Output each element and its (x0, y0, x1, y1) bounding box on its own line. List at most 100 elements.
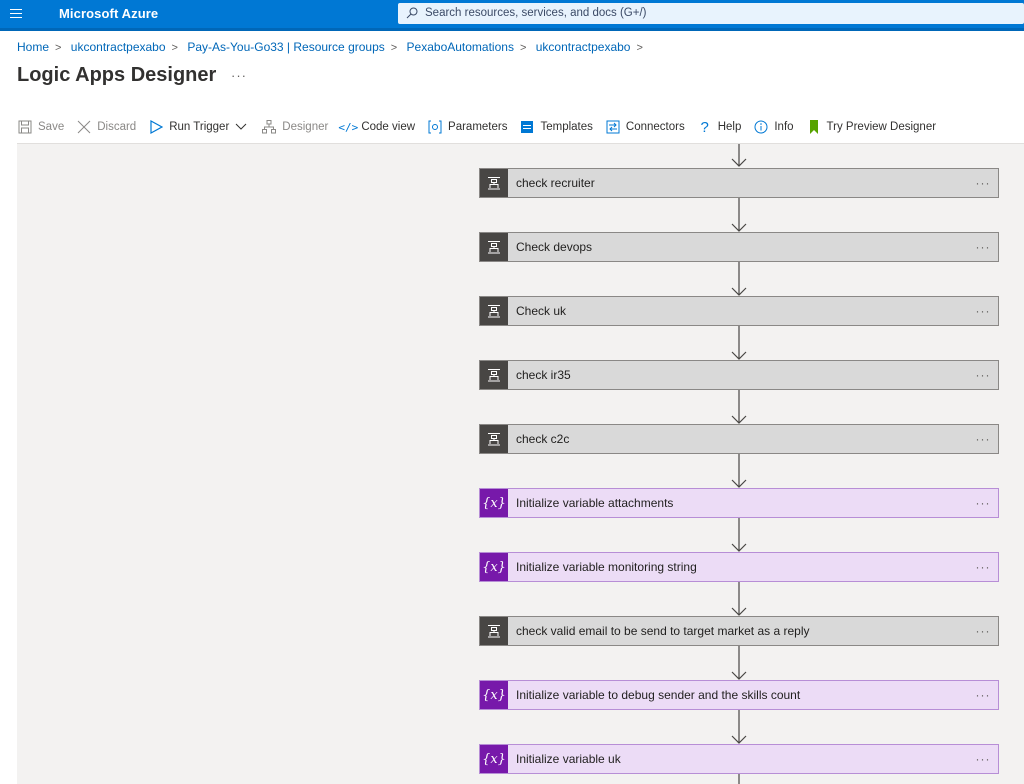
parameters-label: Parameters (448, 121, 508, 133)
flow-arrow (731, 454, 747, 488)
step-title: Check devops (516, 240, 593, 254)
variable-icon: {x} (480, 681, 508, 709)
help-button[interactable]: ? Help (697, 119, 742, 136)
bookmark-icon (806, 119, 822, 135)
close-icon (76, 119, 92, 135)
variable-icon: {x} (480, 553, 508, 581)
condition-icon (480, 233, 508, 261)
condition-icon (480, 361, 508, 389)
flow-arrow (731, 326, 747, 360)
workflow-step[interactable]: {x} Initialize variable uk ··· (479, 744, 999, 774)
more-options-icon[interactable]: ··· (231, 68, 247, 83)
top-bar: Microsoft Azure Search resources, servic… (0, 0, 1024, 28)
flow-arrow (731, 710, 747, 744)
designer-icon (261, 119, 277, 135)
step-title: Initialize variable monitoring string (516, 560, 697, 574)
info-icon (753, 119, 769, 135)
designer-button[interactable]: Designer (261, 119, 328, 135)
templates-button[interactable]: Templates (519, 119, 593, 135)
workflow-step[interactable]: {x} Initialize variable attachments ··· (479, 488, 999, 518)
step-title: check valid email to be send to target m… (516, 624, 810, 638)
menu-icon[interactable] (10, 6, 26, 22)
run-trigger-label: Run Trigger (169, 121, 230, 133)
discard-label: Discard (97, 121, 137, 133)
workflow-step[interactable]: check valid email to be send to target m… (479, 616, 999, 646)
flow-arrow (738, 774, 740, 784)
step-more-icon[interactable]: ··· (968, 560, 998, 574)
condition-icon (480, 617, 508, 645)
flow-arrow (731, 518, 747, 552)
chevron-right-icon: > (171, 42, 178, 54)
designer-label: Designer (282, 121, 329, 133)
breadcrumb-resource-group[interactable]: PexaboAutomations (407, 40, 514, 54)
step-title: Check uk (516, 304, 567, 318)
workflow-step[interactable]: check c2c ··· (479, 424, 999, 454)
try-preview-label: Try Preview Designer (826, 121, 937, 133)
breadcrumb-current[interactable]: ukcontractpexabo (536, 40, 631, 54)
chevron-right-icon: > (390, 42, 398, 54)
workflow-step[interactable]: {x} Initialize variable to debug sender a… (479, 680, 999, 710)
step-title: check c2c (516, 432, 570, 446)
step-more-icon[interactable]: ··· (968, 432, 998, 446)
step-title: check recruiter (516, 176, 595, 190)
chevron-right-icon: > (519, 42, 527, 54)
step-title: Initialize variable attachments (516, 496, 674, 510)
connectors-label: Connectors (625, 121, 685, 133)
workflow-step[interactable]: check recruiter ··· (479, 168, 999, 198)
variable-icon: {x} (480, 745, 508, 773)
workflow-step[interactable]: Check devops ··· (479, 232, 999, 262)
condition-icon (480, 425, 508, 453)
step-more-icon[interactable]: ··· (968, 176, 998, 190)
step-more-icon[interactable]: ··· (968, 624, 998, 638)
breadcrumb: Home > ukcontractpexabo > Pay-As-You-Go33 … (17, 40, 649, 54)
templates-label: Templates (540, 121, 593, 133)
workflow-step[interactable]: check ir35 ··· (479, 360, 999, 390)
search-input[interactable]: Search resources, services, and docs (G+… (398, 3, 1024, 24)
code-view-button[interactable]: </> Code view (338, 119, 416, 135)
parameters-icon (427, 119, 443, 135)
discard-button[interactable]: Discard (76, 119, 136, 135)
step-more-icon[interactable]: ··· (968, 496, 998, 510)
info-button[interactable]: Info (753, 119, 794, 135)
step-title: check ir35 (516, 368, 571, 382)
search-placeholder: Search resources, services, and docs (G+… (425, 7, 647, 19)
info-label: Info (774, 121, 794, 133)
breadcrumb-resource-groups[interactable]: Pay-As-You-Go33 | Resource groups (187, 40, 384, 54)
chevron-right-icon: > (636, 42, 643, 54)
save-button[interactable]: Save (17, 119, 64, 135)
breadcrumb-home[interactable]: Home (17, 40, 49, 54)
step-more-icon[interactable]: ··· (968, 688, 998, 702)
save-label: Save (38, 121, 65, 133)
help-label: Help (717, 121, 742, 133)
designer-toolbar: Save Discard Run Trigger Designer </> Co… (17, 117, 948, 137)
breadcrumb-logic-app[interactable]: ukcontractpexabo (71, 40, 166, 54)
step-more-icon[interactable]: ··· (968, 240, 998, 254)
step-more-icon[interactable]: ··· (968, 304, 998, 318)
designer-canvas[interactable]: check recruiter ··· Check devops ··· Check u… (17, 143, 1024, 784)
flow-arrow (731, 390, 747, 424)
code-view-label: Code view (361, 121, 416, 133)
connectors-button[interactable]: Connectors (605, 119, 685, 135)
workflow-step[interactable]: Check uk ··· (479, 296, 999, 326)
connectors-icon (605, 119, 621, 135)
condition-icon (480, 297, 508, 325)
flow-arrow (731, 646, 747, 680)
top-bar-divider (0, 28, 1024, 31)
try-preview-designer-button[interactable]: Try Preview Designer (806, 119, 937, 135)
flow-arrow (731, 582, 747, 616)
templates-icon (519, 119, 535, 135)
chevron-right-icon: > (55, 42, 62, 54)
workflow-step[interactable]: {x} Initialize variable monitoring string… (479, 552, 999, 582)
code-icon: </> (338, 120, 359, 134)
condition-icon (480, 169, 508, 197)
variable-icon: {x} (480, 489, 508, 517)
brand-title[interactable]: Microsoft Azure (59, 6, 158, 21)
parameters-button[interactable]: Parameters (427, 119, 507, 135)
play-icon (148, 119, 164, 135)
save-icon (17, 119, 33, 135)
step-more-icon[interactable]: ··· (968, 368, 998, 382)
step-more-icon[interactable]: ··· (968, 752, 998, 766)
chevron-down-icon (233, 119, 249, 135)
run-trigger-button[interactable]: Run Trigger (148, 119, 249, 135)
flow-arrow (731, 144, 747, 167)
